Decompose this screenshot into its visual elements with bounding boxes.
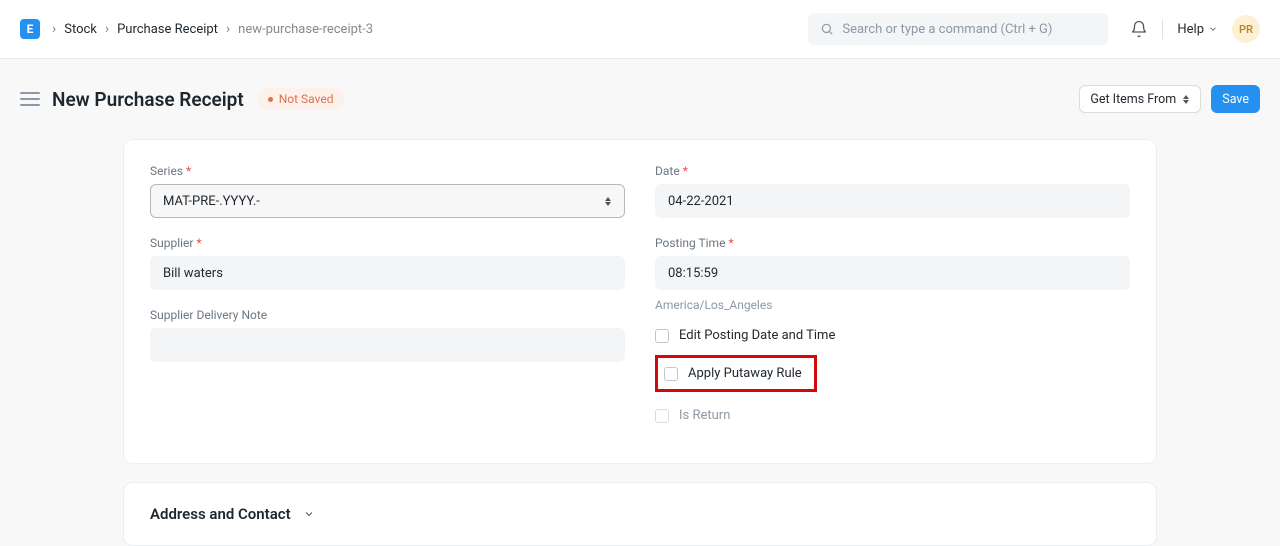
app-logo[interactable]: E bbox=[20, 19, 40, 39]
supplier-note-input[interactable] bbox=[150, 328, 625, 362]
form-right-column: Date * 04-22-2021 Posting Time * 08:15:5… bbox=[655, 164, 1130, 423]
sidebar-toggle[interactable] bbox=[20, 89, 40, 109]
help-menu[interactable]: Help bbox=[1177, 22, 1218, 37]
form-area: Series * MAT-PRE-.YYYY.- Supplier * Bill… bbox=[0, 139, 1280, 546]
chevron-right-icon: › bbox=[226, 21, 230, 37]
breadcrumb-purchase-receipt[interactable]: Purchase Receipt bbox=[117, 22, 218, 37]
apply-putaway-label: Apply Putaway Rule bbox=[688, 366, 802, 381]
search-input[interactable]: Search or type a command (Ctrl + G) bbox=[808, 13, 1108, 45]
status-badge: Not Saved bbox=[258, 88, 344, 110]
bell-icon bbox=[1130, 20, 1148, 38]
status-dot-icon bbox=[268, 97, 273, 102]
supplier-input[interactable]: Bill waters bbox=[150, 256, 625, 290]
get-items-label: Get Items From bbox=[1090, 92, 1176, 107]
status-text: Not Saved bbox=[279, 92, 334, 106]
field-series: Series * MAT-PRE-.YYYY.- bbox=[150, 164, 625, 218]
section-title: Address and Contact bbox=[150, 505, 291, 523]
chevron-right-icon: › bbox=[52, 21, 56, 37]
apply-putaway-checkbox-row[interactable]: Apply Putaway Rule bbox=[664, 366, 802, 381]
series-label: Series * bbox=[150, 164, 625, 178]
search-placeholder: Search or type a command (Ctrl + G) bbox=[842, 22, 1052, 37]
chevron-right-icon: › bbox=[105, 21, 109, 37]
avatar-initials: PR bbox=[1239, 23, 1253, 36]
checkbox-icon bbox=[655, 409, 669, 423]
divider bbox=[1162, 19, 1163, 39]
save-label: Save bbox=[1222, 92, 1249, 107]
save-button[interactable]: Save bbox=[1211, 85, 1260, 113]
timezone-hint: America/Los_Angeles bbox=[655, 298, 1130, 312]
edit-posting-label: Edit Posting Date and Time bbox=[679, 328, 835, 343]
date-input[interactable]: 04-22-2021 bbox=[655, 184, 1130, 218]
is-return-label: Is Return bbox=[679, 408, 730, 423]
main-form-card: Series * MAT-PRE-.YYYY.- Supplier * Bill… bbox=[123, 139, 1157, 464]
breadcrumb: › Stock › Purchase Receipt › new-purchas… bbox=[52, 21, 373, 37]
field-date: Date * 04-22-2021 bbox=[655, 164, 1130, 218]
supplier-label: Supplier * bbox=[150, 236, 625, 250]
series-select[interactable]: MAT-PRE-.YYYY.- bbox=[150, 184, 625, 218]
notifications-button[interactable] bbox=[1130, 20, 1148, 38]
apply-putaway-highlight: Apply Putaway Rule bbox=[655, 355, 817, 392]
avatar[interactable]: PR bbox=[1232, 15, 1260, 43]
search-icon bbox=[820, 22, 834, 36]
field-supplier-delivery-note: Supplier Delivery Note bbox=[150, 308, 625, 362]
chevron-down-icon bbox=[1208, 24, 1218, 34]
supplier-note-label: Supplier Delivery Note bbox=[150, 308, 625, 322]
field-supplier: Supplier * Bill waters bbox=[150, 236, 625, 290]
date-value: 04-22-2021 bbox=[668, 194, 734, 209]
posting-time-value: 08:15:59 bbox=[668, 266, 718, 281]
select-icon bbox=[604, 197, 612, 206]
topbar: E › Stock › Purchase Receipt › new-purch… bbox=[0, 0, 1280, 59]
select-icon bbox=[1182, 95, 1190, 104]
field-posting-time: Posting Time * 08:15:59 America/Los_Ange… bbox=[655, 236, 1130, 312]
help-label: Help bbox=[1177, 22, 1204, 37]
breadcrumb-current: new-purchase-receipt-3 bbox=[238, 22, 373, 37]
page-title: New Purchase Receipt bbox=[52, 88, 244, 111]
posting-time-label: Posting Time * bbox=[655, 236, 1130, 250]
series-value: MAT-PRE-.YYYY.- bbox=[163, 194, 260, 209]
supplier-value: Bill waters bbox=[163, 266, 223, 281]
is-return-checkbox-row: Is Return bbox=[655, 408, 1130, 423]
edit-posting-checkbox-row[interactable]: Edit Posting Date and Time bbox=[655, 328, 1130, 343]
date-label: Date * bbox=[655, 164, 1130, 178]
checkbox-icon bbox=[664, 367, 678, 381]
checkbox-icon bbox=[655, 329, 669, 343]
breadcrumb-stock[interactable]: Stock bbox=[64, 22, 97, 37]
form-left-column: Series * MAT-PRE-.YYYY.- Supplier * Bill… bbox=[150, 164, 625, 423]
page-header: New Purchase Receipt Not Saved Get Items… bbox=[0, 59, 1280, 139]
get-items-from-button[interactable]: Get Items From bbox=[1079, 85, 1201, 113]
chevron-down-icon bbox=[303, 508, 315, 520]
posting-time-input[interactable]: 08:15:59 bbox=[655, 256, 1130, 290]
address-contact-section[interactable]: Address and Contact bbox=[123, 482, 1157, 546]
